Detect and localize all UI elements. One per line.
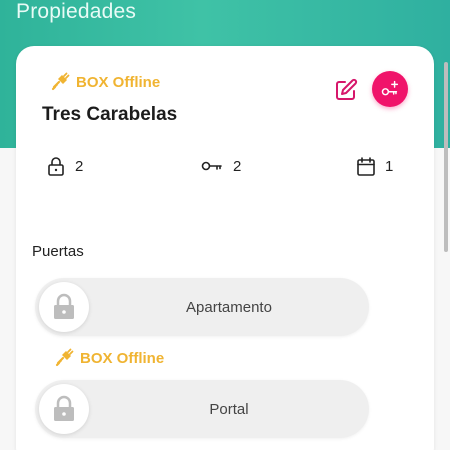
- door-label: Apartamento: [186, 298, 272, 316]
- page-title: Propiedades: [16, 0, 137, 23]
- scrollbar[interactable]: [444, 62, 448, 252]
- lock-icon: [54, 293, 74, 319]
- property-name: Tres Carabelas: [42, 104, 178, 125]
- plug-icon: [51, 72, 70, 91]
- edit-button[interactable]: [334, 78, 358, 102]
- plug-icon: [55, 348, 74, 367]
- box-status-label: BOX Offline: [76, 73, 161, 91]
- lock-icon: [54, 395, 74, 421]
- locks-count-value: 2: [75, 157, 84, 175]
- calendar-icon: [357, 157, 375, 176]
- keys-count: 2: [200, 156, 241, 176]
- locks-count: 2: [46, 156, 83, 176]
- calendar-count-value: 1: [385, 157, 394, 175]
- door-label: Portal: [209, 400, 249, 418]
- box-status: BOX Offline: [50, 72, 160, 92]
- door-lock-button[interactable]: [39, 384, 89, 434]
- edit-icon: [336, 78, 358, 100]
- door-box-status-label: BOX Offline: [80, 349, 165, 367]
- property-card[interactable]: BOX Offline Tres Carabelas 2 2 1 Puertas…: [16, 46, 434, 450]
- key-icon: [201, 161, 222, 171]
- door-box-status: BOX Offline: [54, 348, 164, 368]
- keys-count-value: 2: [233, 157, 242, 175]
- add-key-icon: [381, 80, 399, 96]
- lock-icon: [48, 157, 64, 176]
- add-key-button[interactable]: [372, 71, 408, 107]
- doors-section-label: Puertas: [32, 243, 84, 260]
- door-lock-button[interactable]: [39, 282, 89, 332]
- door-portal[interactable]: Portal: [35, 380, 369, 438]
- calendar-count: 1: [356, 156, 393, 176]
- door-apartamento[interactable]: Apartamento: [35, 278, 369, 336]
